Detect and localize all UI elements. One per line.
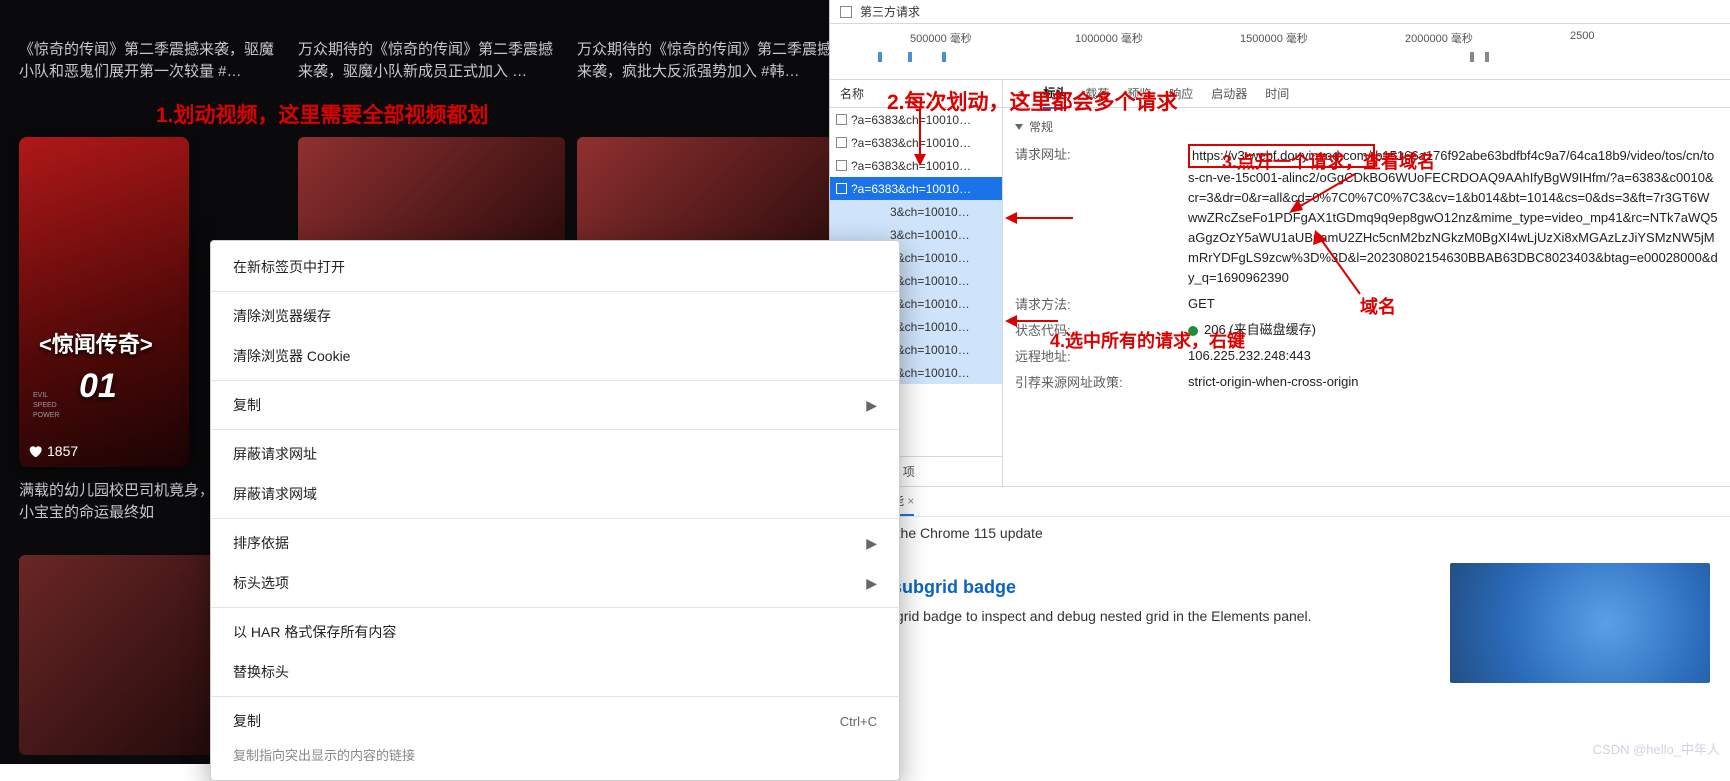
card-title: 万众期待的《惊奇的传闻》第二季震撼来袭，驱魔小队新成员正式加入 …: [298, 39, 565, 83]
network-filter-bar: 第三方请求: [830, 0, 1730, 24]
annotation-1: 1.划动视频，这里需要全部视频都划: [156, 99, 489, 129]
timeline-bar: [942, 52, 946, 62]
whatsnew-image: [1450, 563, 1710, 683]
heart-icon: [27, 443, 43, 459]
tab-initiator[interactable]: 启动器: [1211, 79, 1247, 108]
video-poster[interactable]: <惊闻传奇> 01 EVILSPEEDPOWER 1857: [19, 137, 189, 467]
separator: [211, 291, 899, 292]
row-checkbox[interactable]: [836, 183, 847, 194]
timeline-bar: [1485, 52, 1489, 62]
triangle-down-icon: [1015, 124, 1023, 130]
request-row-selected[interactable]: ?a=6383&ch=10010…: [830, 177, 1002, 200]
ctx-sort-submenu[interactable]: 排序依据▶: [211, 523, 899, 563]
whatsnew-text: the subgrid badge to inspect and debug n…: [850, 608, 1430, 624]
row-checkbox[interactable]: [836, 160, 847, 171]
arrow-icon: [1285, 168, 1365, 218]
like-count[interactable]: 1857: [27, 443, 78, 459]
whatsnew-content: CSS subgrid badge the subgrid badge to i…: [830, 549, 1730, 697]
card-title: 满载的幼儿园校巴司机竟身，小宝宝的命运最终如: [19, 480, 219, 524]
network-timeline[interactable]: 500000 毫秒 1000000 毫秒 1500000 毫秒 2000000 …: [830, 24, 1730, 80]
poster-number: 01: [79, 367, 117, 406]
arrow-icon: [905, 108, 935, 168]
timeline-bar: [1470, 52, 1474, 62]
chevron-right-icon: ▶: [866, 535, 877, 552]
row-checkbox[interactable]: [836, 114, 847, 125]
timeline-bar: [908, 52, 912, 62]
whatsnew-heading[interactable]: CSS subgrid badge: [850, 577, 1430, 598]
timeline-tick: 1000000 毫秒: [1075, 30, 1143, 46]
separator: [211, 380, 899, 381]
separator: [211, 429, 899, 430]
annotation-4: 4.选中所有的请求，右键: [1050, 327, 1245, 353]
shortcut-label: Ctrl+C: [840, 714, 877, 729]
update-note: ts from the Chrome 115 update: [830, 517, 1730, 549]
separator: [211, 696, 899, 697]
chevron-right-icon: ▶: [866, 575, 877, 592]
close-icon[interactable]: ×: [907, 494, 914, 508]
arrow-icon: [1003, 203, 1073, 233]
arrow-icon: [1003, 306, 1058, 336]
separator: [211, 607, 899, 608]
poster-title: <惊闻传奇>: [39, 327, 153, 359]
drawer: 台 新功能 × ts from the Chrome 115 update CS…: [830, 486, 1730, 697]
timeline-tick: 2500: [1570, 30, 1594, 42]
tab-timing[interactable]: 时间: [1265, 79, 1289, 108]
ctx-save-har[interactable]: 以 HAR 格式保存所有内容: [211, 612, 899, 652]
section-general[interactable]: 常规: [1015, 118, 1718, 135]
card-title: 万众期待的《惊奇的传闻》第二季震撼来袭，疯批大反派强势加入 #韩…: [577, 39, 844, 83]
ctx-clear-cache[interactable]: 清除浏览器缓存: [211, 296, 899, 336]
video-card[interactable]: 万众期待的《惊奇的传闻》第二季震撼来袭，疯批大反派强势加入 #韩…: [577, 39, 844, 83]
ctx-header-options-submenu[interactable]: 标头选项▶: [211, 563, 899, 603]
request-row[interactable]: 3&ch=10010…: [830, 200, 1002, 223]
ctx-block-url[interactable]: 屏蔽请求网址: [211, 434, 899, 474]
card-row: 《惊奇的传闻》第二季震撼来袭，驱魔小队和恶鬼们展开第一次较量 #… 万众期待的《…: [19, 39, 857, 83]
timeline-tick: 2000000 毫秒: [1405, 30, 1473, 46]
ctx-copy[interactable]: 复制Ctrl+C: [211, 701, 899, 741]
card-title: 《惊奇的传闻》第二季震撼来袭，驱魔小队和恶鬼们展开第一次较量 #…: [19, 39, 286, 83]
timeline-bar: [878, 52, 882, 62]
context-menu: 在新标签页中打开 清除浏览器缓存 清除浏览器 Cookie 复制▶ 屏蔽请求网址…: [210, 240, 900, 781]
ctx-clear-cookie[interactable]: 清除浏览器 Cookie: [211, 336, 899, 376]
arrow-icon: [1310, 230, 1370, 300]
drawer-tabs: 台 新功能 ×: [830, 487, 1730, 517]
kv-referrer-policy: 引荐来源网址政策:strict-origin-when-cross-origin: [1015, 369, 1718, 395]
ctx-copy-submenu[interactable]: 复制▶: [211, 385, 899, 425]
video-card[interactable]: 万众期待的《惊奇的传闻》第二季震撼来袭，驱魔小队新成员正式加入 …: [298, 39, 565, 83]
row-checkbox[interactable]: [836, 137, 847, 148]
separator: [211, 518, 899, 519]
third-party-checkbox[interactable]: [840, 6, 852, 18]
ctx-copy-highlight-link[interactable]: 复制指向突出显示的内容的链接: [211, 741, 899, 774]
video-card[interactable]: 《惊奇的传闻》第二季震撼来袭，驱魔小队和恶鬼们展开第一次较量 #…: [19, 39, 286, 83]
timeline-tick: 1500000 毫秒: [1240, 30, 1308, 46]
watermark: CSDN @hello_中年人: [1593, 739, 1720, 758]
chevron-right-icon: ▶: [866, 397, 877, 414]
network-split: 名称 ?a=6383&ch=10010… ?a=6383&ch=10010… ?…: [830, 80, 1730, 486]
third-party-label: 第三方请求: [860, 3, 920, 20]
ctx-block-domain[interactable]: 屏蔽请求网域: [211, 474, 899, 514]
timeline-tick: 500000 毫秒: [910, 30, 972, 46]
ctx-open-new-tab[interactable]: 在新标签页中打开: [211, 247, 899, 287]
ctx-replace-headers[interactable]: 替换标头: [211, 652, 899, 692]
poster-side-stats: EVILSPEEDPOWER: [33, 391, 59, 421]
